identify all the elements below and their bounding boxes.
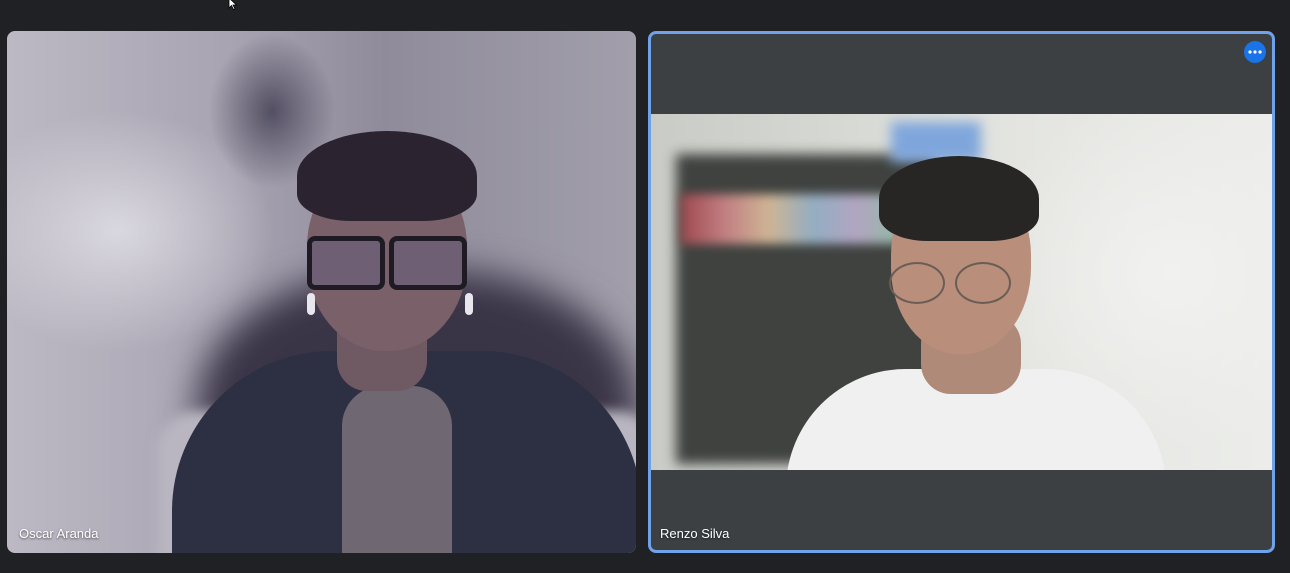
participant-name: Oscar Aranda — [19, 526, 99, 541]
more-horizontal-icon — [1248, 50, 1262, 54]
video-feed — [7, 31, 636, 553]
participant-tile-oscar[interactable]: Oscar Aranda — [7, 31, 636, 553]
more-options-button[interactable] — [1244, 41, 1266, 63]
participant-tile-renzo[interactable]: Renzo Silva — [648, 31, 1275, 553]
video-feed — [651, 114, 1272, 470]
participant-name: Renzo Silva — [660, 526, 730, 541]
video-call-grid: Oscar Aranda Renzo Silva — [0, 0, 1290, 573]
mouse-cursor-icon — [228, 0, 238, 10]
